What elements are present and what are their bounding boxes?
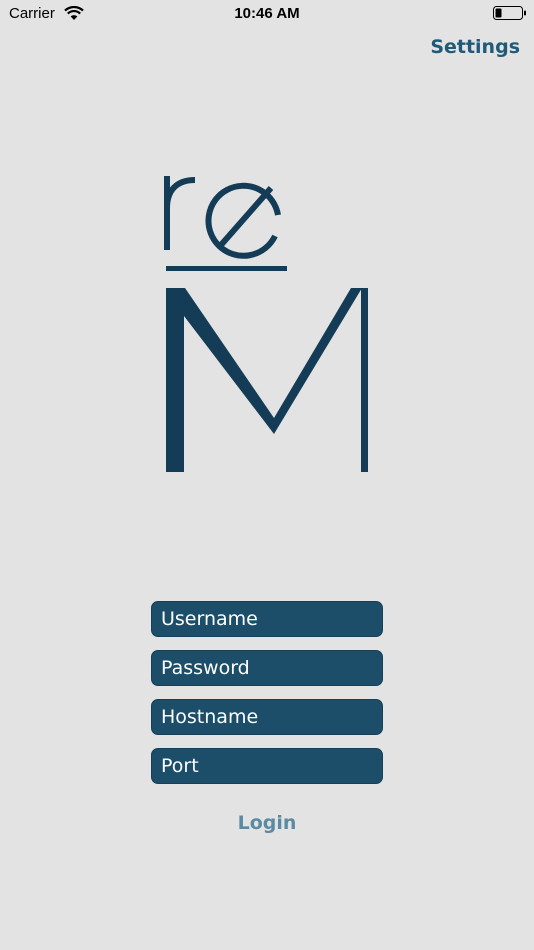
status-bar: Carrier 10:46 AM — [0, 0, 534, 30]
settings-button[interactable]: Settings — [430, 36, 520, 58]
username-field[interactable] — [151, 601, 383, 637]
login-button[interactable]: Login — [0, 812, 534, 834]
battery-icon — [493, 6, 526, 20]
remote-logo-icon — [164, 176, 368, 472]
clock-time: 10:46 AM — [234, 5, 300, 22]
port-field[interactable] — [151, 748, 383, 784]
hostname-field[interactable] — [151, 699, 383, 735]
password-field[interactable] — [151, 650, 383, 686]
